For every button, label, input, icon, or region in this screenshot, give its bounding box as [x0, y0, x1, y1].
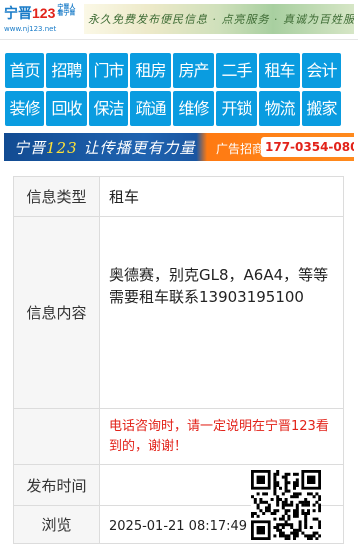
- nav-item-cleaning[interactable]: 保洁: [89, 91, 128, 126]
- nav-item-drain[interactable]: 疏通: [130, 91, 171, 126]
- nav-item-rent-car[interactable]: 租车: [259, 53, 300, 88]
- nav-row-1: 首页 招聘 门市 租房 房产 二手 租车 会计: [5, 53, 353, 88]
- qr-code-icon: [251, 470, 322, 541]
- content-label: 信息内容: [13, 216, 100, 409]
- type-value: 租车: [99, 176, 344, 217]
- logo-cn: 宁晋: [4, 5, 32, 21]
- nav-row-2: 装修 回收 保洁 疏通 维修 开锁 物流 搬家: [5, 91, 353, 126]
- nav-item-decoration[interactable]: 装修: [5, 91, 44, 126]
- row-type: 信息类型 租车: [13, 176, 344, 217]
- ad-banner[interactable]: 宁晋123 让传播更有力量 广告招商 177-0354-0808: [4, 133, 354, 161]
- notice-text: 电话咨询时，请一定说明在宁晋123看到的，谢谢！: [109, 418, 329, 454]
- site-logo[interactable]: 宁晋123 宁晋人 看宁晋 www.nj123.net: [4, 5, 78, 37]
- views-label: 浏览: [13, 505, 100, 544]
- logo-number: 123: [32, 5, 56, 21]
- nav-item-rent-house[interactable]: 租房: [130, 53, 171, 88]
- ad-phone[interactable]: 177-0354-0808: [261, 137, 354, 157]
- nav-item-moving[interactable]: 搬家: [302, 91, 341, 126]
- row-notice: 电话咨询时，请一定说明在宁晋123看到的，谢谢！: [13, 408, 344, 465]
- nav-item-logistics[interactable]: 物流: [259, 91, 300, 126]
- ad-slogan-part-b: 让传播更有力量: [83, 139, 196, 157]
- row-content: 信息内容 奥德赛，别克GL8，A6A4，等等需要租车联系13903195100: [13, 216, 344, 409]
- logo-url: www.nj123.net: [4, 25, 57, 33]
- ad-slogan-number: 123: [46, 139, 78, 157]
- ad-slogan: 宁晋123 让传播更有力量: [14, 137, 195, 158]
- nav-item-second-hand[interactable]: 二手: [216, 53, 257, 88]
- content-value: 奥德赛，别克GL8，A6A4，等等需要租车联系13903195100: [109, 266, 329, 306]
- top-banner-text: 永久免费发布便民信息 · 点亮服务 · 真诚为百姓服务: [88, 13, 354, 26]
- site-header: 宁晋123 宁晋人 看宁晋 www.nj123.net 永久免费发布便民信息 · …: [0, 0, 358, 40]
- ad-tag: 广告招商: [216, 142, 265, 156]
- notice-label-empty: [13, 408, 100, 465]
- top-banner[interactable]: 永久免费发布便民信息 · 点亮服务 · 真诚为百姓服务: [84, 4, 354, 34]
- time-value: 2025-01-21 08:17:49: [109, 518, 248, 534]
- type-label: 信息类型: [13, 176, 100, 217]
- notice-cell: 电话咨询时，请一定说明在宁晋123看到的，谢谢！: [99, 408, 344, 465]
- time-label: 发布时间: [13, 464, 100, 506]
- nav-item-locksmith[interactable]: 开锁: [216, 91, 257, 126]
- nav-item-jobs[interactable]: 招聘: [46, 53, 87, 88]
- nav-item-accounting[interactable]: 会计: [302, 53, 341, 88]
- logo-small-text: 宁晋人 看宁晋: [57, 5, 76, 17]
- qr-code-image: [251, 470, 322, 541]
- nav-item-real-estate[interactable]: 房产: [173, 53, 214, 88]
- nav-item-recycling[interactable]: 回收: [46, 91, 87, 126]
- nav-item-home[interactable]: 首页: [5, 53, 44, 88]
- nav-item-repair[interactable]: 维修: [173, 91, 214, 126]
- ad-slogan-part-a: 宁晋: [14, 139, 47, 157]
- nav-item-shops[interactable]: 门市: [89, 53, 128, 88]
- content-cell: 奥德赛，别克GL8，A6A4，等等需要租车联系13903195100: [99, 216, 344, 409]
- category-nav: 首页 招聘 门市 租房 房产 二手 租车 会计 装修 回收 保洁 疏通 维修 开…: [5, 53, 353, 129]
